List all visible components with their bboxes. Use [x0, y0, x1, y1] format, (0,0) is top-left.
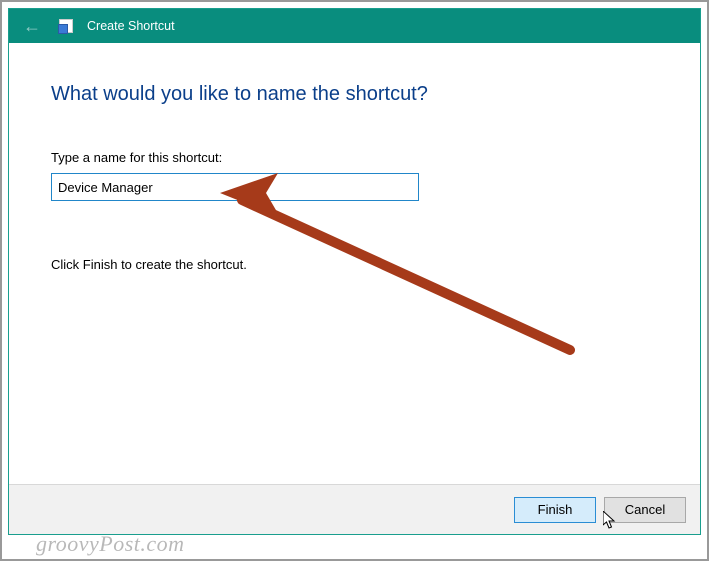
- titlebar: ← Create Shortcut: [9, 9, 700, 43]
- back-arrow-icon[interactable]: ←: [19, 15, 45, 37]
- cancel-button[interactable]: Cancel: [604, 497, 686, 523]
- content-area: What would you like to name the shortcut…: [9, 43, 700, 484]
- shortcut-name-input[interactable]: [51, 173, 419, 201]
- dialog-footer: Finish Cancel: [9, 484, 700, 534]
- window-title: Create Shortcut: [87, 19, 175, 33]
- name-field-label: Type a name for this shortcut:: [51, 150, 658, 165]
- shortcut-icon: [59, 19, 73, 33]
- help-text: Click Finish to create the shortcut.: [51, 257, 658, 272]
- create-shortcut-window: ← Create Shortcut What would you like to…: [8, 8, 701, 535]
- page-heading: What would you like to name the shortcut…: [51, 83, 658, 106]
- finish-button[interactable]: Finish: [514, 497, 596, 523]
